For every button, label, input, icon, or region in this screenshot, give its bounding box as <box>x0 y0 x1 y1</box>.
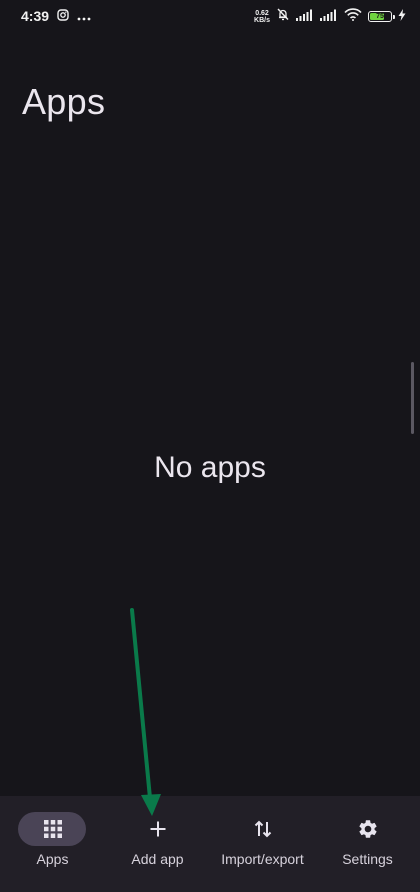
bottom-navigation: Apps Add app Import/export Settings <box>0 796 420 892</box>
charging-icon <box>398 8 406 26</box>
net-speed-value: 0.62 <box>255 9 269 17</box>
nav-label-import-export: Import/export <box>221 851 304 867</box>
more-dots-icon <box>77 8 91 24</box>
nav-item-import-export[interactable]: Import/export <box>210 796 315 892</box>
grid-icon <box>0 818 105 840</box>
scrollbar[interactable] <box>411 362 414 434</box>
nav-item-add-app[interactable]: Add app <box>105 796 210 892</box>
wifi-icon <box>344 7 362 26</box>
gear-icon <box>315 818 420 840</box>
instagram-icon <box>57 8 69 24</box>
signal-icon <box>320 8 338 26</box>
battery-icon: 75 <box>368 11 395 22</box>
status-right: 0.62 KB/s 75 <box>254 7 406 26</box>
status-time: 4:39 <box>21 8 50 24</box>
battery-tip <box>393 14 395 19</box>
net-speed-unit: KB/s <box>254 16 270 24</box>
net-speed: 0.62 KB/s <box>254 10 270 24</box>
nav-item-apps[interactable]: Apps <box>0 796 105 892</box>
nav-label-apps: Apps <box>36 851 69 867</box>
status-bar: 4:39 0.62 KB/s 75 <box>0 0 420 36</box>
battery-level: 75 <box>376 13 384 20</box>
status-left: 4:39 <box>21 8 91 24</box>
signal-icon <box>296 8 314 26</box>
mute-bell-icon <box>276 7 290 26</box>
swap-vertical-icon <box>210 818 315 840</box>
nav-label-settings: Settings <box>342 851 393 867</box>
nav-label-add-app: Add app <box>131 851 184 867</box>
page-title: Apps <box>22 81 106 122</box>
annotation-arrow <box>130 608 161 816</box>
nav-item-settings[interactable]: Settings <box>315 796 420 892</box>
annotation-arrow-shaft <box>130 608 152 800</box>
plus-icon <box>105 818 210 840</box>
empty-state-message: No apps <box>154 451 266 484</box>
